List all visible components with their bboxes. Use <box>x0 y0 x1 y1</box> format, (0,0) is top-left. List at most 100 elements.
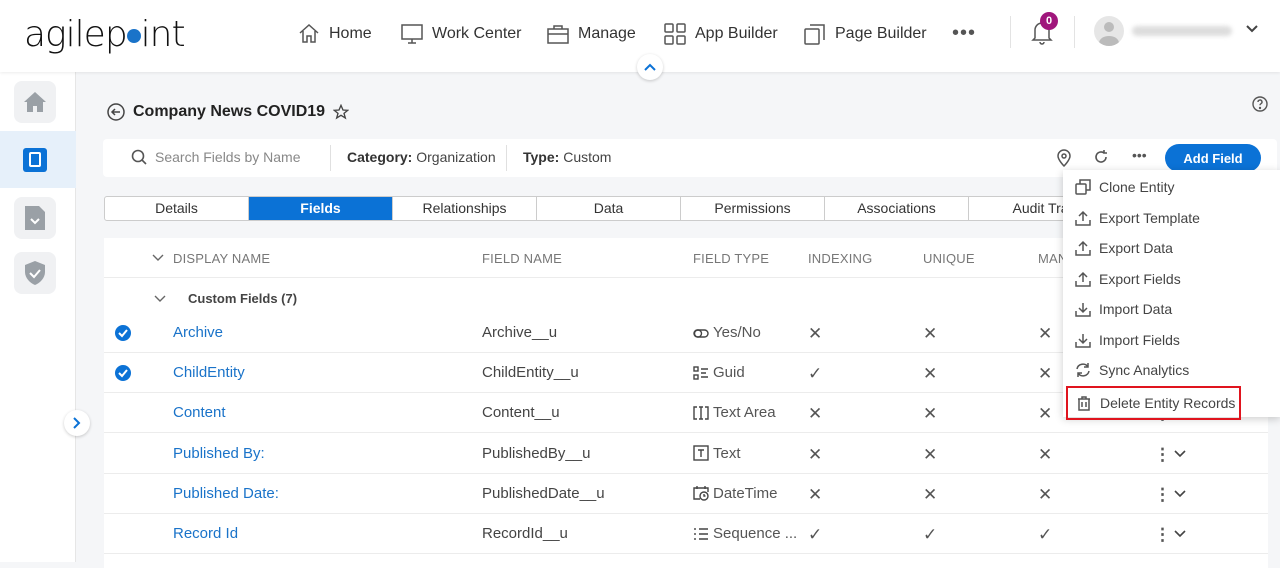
x-icon: ✕ <box>923 444 938 464</box>
column-header-field-type[interactable]: FIELD TYPE <box>693 251 769 266</box>
tab-permissions[interactable]: Permissions <box>681 197 825 220</box>
column-header-indexing[interactable]: INDEXING <box>808 251 872 266</box>
expand-sidebar-button[interactable] <box>64 410 90 436</box>
more-nav-button[interactable]: ••• <box>952 22 976 45</box>
display-name-link[interactable]: Record Id <box>173 525 238 542</box>
field-name: PublishedDate__u <box>482 484 605 502</box>
field-type-icon <box>693 328 709 338</box>
menu-item-import-fields[interactable]: Import Fields <box>1063 325 1280 356</box>
trash-icon <box>1078 395 1090 411</box>
nav-app-builder[interactable]: App Builder <box>663 22 778 46</box>
home-icon <box>24 92 46 112</box>
notification-badge: 0 <box>1040 12 1058 30</box>
download-icon <box>1075 333 1091 348</box>
chevron-down-icon[interactable] <box>1245 24 1259 34</box>
nav-work-center[interactable]: Work Center <box>400 22 522 46</box>
field-name: Content__u <box>482 404 560 422</box>
check-circle-icon <box>115 325 131 341</box>
tab-data[interactable]: Data <box>537 197 681 220</box>
entity-tabs: Details Fields Relationships Data Permission… <box>104 196 1114 221</box>
monitor-icon <box>401 24 423 44</box>
row-actions-kebab-icon[interactable]: ⋮ <box>1154 525 1171 545</box>
sidebar-item-documents[interactable] <box>14 197 56 239</box>
display-name-link[interactable]: Published By: <box>173 445 265 462</box>
chevron-down-icon[interactable] <box>152 254 164 262</box>
category-value: Organization <box>416 149 496 165</box>
column-header-unique[interactable]: UNIQUE <box>923 251 975 266</box>
field-type-icon <box>694 527 708 540</box>
menu-item-label: Import Fields <box>1099 331 1180 348</box>
upload-icon <box>1075 210 1091 226</box>
menu-item-export-data[interactable]: Export Data <box>1063 233 1280 264</box>
x-icon: ✕ <box>1038 404 1053 424</box>
x-icon: ✕ <box>923 364 938 384</box>
table-row[interactable]: Published Date: PublishedDate__u DateTim… <box>104 474 1268 514</box>
chevron-down-icon[interactable] <box>1174 530 1186 538</box>
clone-icon <box>1075 179 1091 195</box>
column-header-field-name[interactable]: FIELD NAME <box>482 251 562 266</box>
tab-details[interactable]: Details <box>105 197 249 220</box>
star-icon[interactable] <box>333 104 350 120</box>
more-options-button[interactable]: ••• <box>1132 147 1147 163</box>
shield-icon <box>25 261 45 285</box>
field-name: Archive__u <box>482 324 558 341</box>
tab-fields[interactable]: Fields <box>249 197 393 220</box>
chevron-down-icon[interactable] <box>154 295 166 303</box>
menu-item-export-template[interactable]: Export Template <box>1063 203 1280 234</box>
menu-item-label: Export Fields <box>1099 270 1181 287</box>
divider <box>1074 16 1075 48</box>
display-name-link[interactable]: Archive <box>173 324 223 341</box>
menu-item-export-fields[interactable]: Export Fields <box>1063 264 1280 295</box>
nav-manage[interactable]: Manage <box>546 22 636 46</box>
display-name-link[interactable]: ChildEntity <box>173 364 245 381</box>
menu-item-delete-entity-records[interactable]: Delete Entity Records <box>1066 385 1241 420</box>
menu-item-import-data[interactable]: Import Data <box>1063 294 1280 325</box>
x-icon: ✕ <box>1038 364 1053 384</box>
field-type: DateTime <box>693 485 777 502</box>
pages-icon <box>804 24 825 45</box>
table-row[interactable]: Published By: PublishedBy__u Text ✕ ✕ ✕ … <box>104 434 1268 474</box>
sidebar-item-home[interactable] <box>14 81 56 123</box>
add-field-button[interactable]: Add Field <box>1165 144 1261 172</box>
chevron-down-icon[interactable] <box>1174 490 1186 498</box>
menu-item-sync-analytics[interactable]: Sync Analytics <box>1063 355 1280 386</box>
search-fields-input[interactable]: Search Fields by Name <box>131 149 301 165</box>
chevron-up-icon <box>644 63 656 71</box>
back-icon[interactable] <box>107 103 125 121</box>
tab-relationships[interactable]: Relationships <box>393 197 537 220</box>
check-icon: ✓ <box>808 525 823 544</box>
home-icon <box>299 23 319 43</box>
field-type-label: Guid <box>713 364 745 382</box>
avatar[interactable] <box>1094 16 1124 46</box>
display-name-link[interactable]: Content <box>173 404 226 421</box>
x-icon: ✕ <box>1038 444 1053 464</box>
logo[interactable]: agilep int <box>24 14 186 55</box>
sidebar-item-security[interactable] <box>14 252 56 294</box>
sidebar-item-entities[interactable] <box>14 139 56 181</box>
display-name-link[interactable]: Published Date: <box>173 485 279 502</box>
column-header-display-name[interactable]: DISPLAY NAME <box>173 251 270 266</box>
row-actions-kebab-icon[interactable]: ⋮ <box>1154 445 1171 465</box>
chevron-right-icon <box>73 417 81 429</box>
menu-item-clone-entity[interactable]: Clone Entity <box>1063 172 1280 203</box>
nav-page-builder[interactable]: Page Builder <box>803 22 927 46</box>
menu-item-label: Export Data <box>1099 240 1173 257</box>
menu-item-label: Clone Entity <box>1099 179 1175 196</box>
help-icon[interactable] <box>1252 96 1268 112</box>
user-name-redacted <box>1132 26 1232 36</box>
nav-home[interactable]: Home <box>297 22 372 46</box>
tab-associations[interactable]: Associations <box>825 197 969 220</box>
field-name: ChildEntity__u <box>482 364 579 382</box>
location-pin-icon[interactable] <box>1057 149 1071 167</box>
collapse-header-button[interactable] <box>637 54 663 80</box>
field-type-label: Text Area <box>713 404 776 422</box>
row-actions-kebab-icon[interactable]: ⋮ <box>1154 485 1171 505</box>
x-icon: ✕ <box>923 484 938 504</box>
refresh-icon[interactable] <box>1093 149 1109 165</box>
chevron-down-icon[interactable] <box>1174 450 1186 458</box>
category-label: Category: <box>347 149 413 165</box>
menu-item-label: Import Data <box>1099 301 1173 318</box>
table-row[interactable]: Record Id RecordId__u Sequence ... ✓ ✓ ✓… <box>104 514 1268 554</box>
x-icon: ✕ <box>923 404 938 424</box>
nav-label: Page Builder <box>835 25 927 42</box>
